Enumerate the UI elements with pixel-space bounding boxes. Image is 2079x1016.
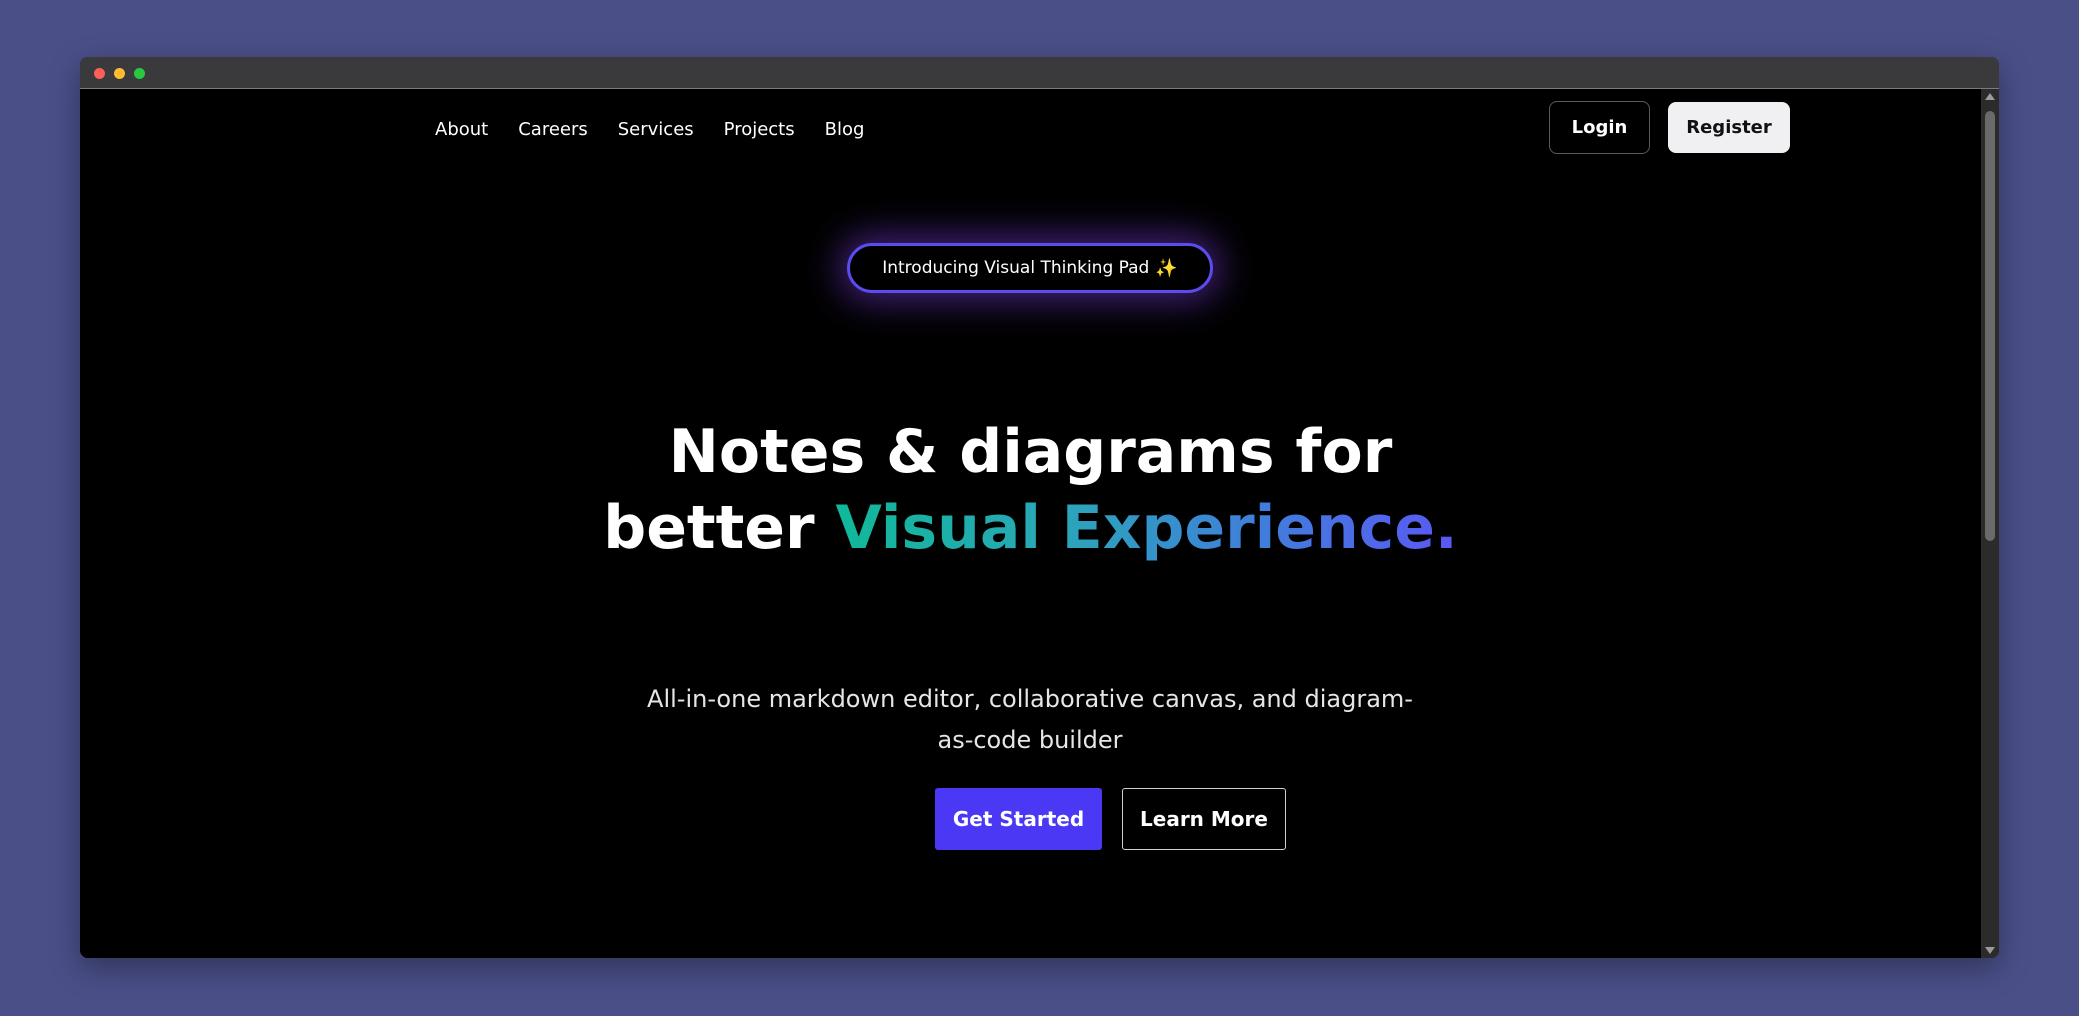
- hero-title-line-2: better Visual Experience.: [80, 490, 1981, 566]
- scrollbar-thumb[interactable]: [1985, 111, 1995, 541]
- badge-text: Introducing Visual Thinking Pad: [882, 258, 1150, 278]
- nav-link-projects[interactable]: Projects: [724, 119, 795, 140]
- get-started-button[interactable]: Get Started: [935, 788, 1102, 850]
- nav-link-careers[interactable]: Careers: [518, 119, 588, 140]
- close-window-button[interactable]: [94, 68, 105, 79]
- scroll-up-arrow-icon[interactable]: [1985, 93, 1995, 100]
- minimize-window-button[interactable]: [114, 68, 125, 79]
- sparkles-icon: ✨: [1155, 257, 1178, 279]
- maximize-window-button[interactable]: [134, 68, 145, 79]
- register-button[interactable]: Register: [1668, 102, 1790, 153]
- scroll-down-arrow-icon[interactable]: [1985, 947, 1995, 954]
- hero-title-plain: better: [603, 493, 836, 563]
- hero-subtitle: All-in-one markdown editor, collaborativ…: [647, 685, 1413, 754]
- page-viewport: About Careers Services Projects Blog Log…: [80, 89, 1981, 958]
- auth-buttons: Login Register: [1549, 101, 1790, 154]
- vertical-scrollbar[interactable]: [1981, 89, 1999, 958]
- hero-title: Notes & diagrams for better Visual Exper…: [80, 414, 1981, 566]
- learn-more-button[interactable]: Learn More: [1122, 788, 1286, 850]
- window-titlebar: [80, 57, 1999, 89]
- browser-window: About Careers Services Projects Blog Log…: [80, 57, 1999, 958]
- hero-title-line-1: Notes & diagrams for: [668, 417, 1393, 487]
- login-button[interactable]: Login: [1549, 101, 1650, 154]
- main-nav: About Careers Services Projects Blog: [435, 119, 864, 140]
- nav-link-about[interactable]: About: [435, 119, 488, 140]
- hero-title-highlight: Visual Experience.: [835, 493, 1458, 563]
- announcement-badge[interactable]: Introducing Visual Thinking Pad ✨: [847, 243, 1213, 293]
- nav-link-services[interactable]: Services: [618, 119, 694, 140]
- nav-link-blog[interactable]: Blog: [825, 119, 865, 140]
- hero-cta-group: Get Started Learn More: [935, 788, 1286, 850]
